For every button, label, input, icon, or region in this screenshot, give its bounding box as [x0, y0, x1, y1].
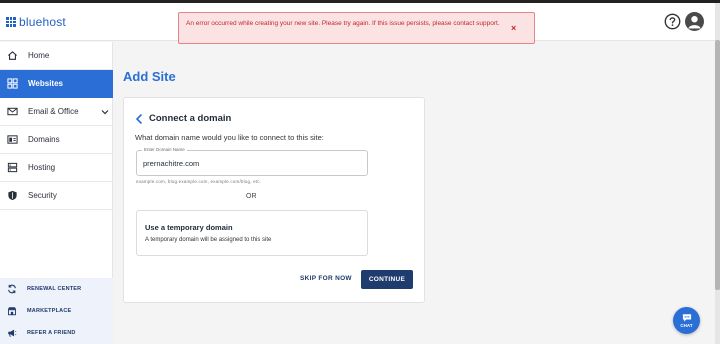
renewal-center-link[interactable]: RENEWAL CENTER — [0, 278, 113, 300]
shield-icon — [7, 190, 18, 201]
sidebar: Home Websites Email & Office Domains Hos… — [0, 42, 113, 344]
hosting-icon — [7, 162, 18, 173]
temporary-domain-title: Use a temporary domain — [145, 223, 233, 232]
megaphone-icon — [7, 328, 17, 338]
temporary-domain-description: A temporary domain will be assigned to t… — [145, 237, 272, 243]
sidebar-item-websites[interactable]: Websites — [0, 70, 113, 98]
card-title: Connect a domain — [149, 113, 232, 124]
back-chevron-icon[interactable] — [135, 113, 143, 124]
domain-hint: example.com, blog.example.com, example.c… — [136, 179, 262, 184]
refer-a-friend-label: REFER A FRIEND — [27, 330, 76, 336]
sidebar-item-domains[interactable]: Domains — [0, 126, 113, 154]
chat-bubble-icon — [682, 314, 691, 322]
renewal-icon — [7, 284, 17, 294]
sidebar-item-label: Email & Office — [28, 107, 79, 116]
user-avatar-icon[interactable] — [685, 12, 704, 31]
marketplace-label: MARKETPLACE — [27, 308, 72, 314]
domain-question: What domain name would you like to conne… — [135, 133, 324, 142]
domain-input-label: Enter Domain Name — [142, 147, 187, 152]
sidebar-item-security[interactable]: Security — [0, 182, 113, 210]
sidebar-item-label: Security — [28, 191, 57, 200]
sidebar-item-email-office[interactable]: Email & Office — [0, 98, 113, 126]
continue-button[interactable]: CONTINUE — [361, 270, 413, 289]
chat-button[interactable]: CHAT — [673, 307, 700, 334]
sidebar-item-label: Websites — [28, 79, 63, 88]
domain-input[interactable]: prernachitre.com — [143, 159, 363, 168]
sidebar-item-hosting[interactable]: Hosting — [0, 154, 113, 182]
renewal-center-label: RENEWAL CENTER — [27, 286, 82, 292]
skip-for-now-button[interactable]: SKIP FOR NOW — [300, 275, 352, 282]
logo-grid-icon — [6, 17, 16, 27]
sidebar-item-label: Domains — [28, 135, 60, 144]
error-alert: An error occurred while creating your ne… — [178, 12, 535, 44]
error-alert-message: An error occurred while creating your ne… — [186, 20, 500, 27]
bluehost-logo[interactable]: bluehost — [6, 15, 66, 29]
chat-label: CHAT — [680, 323, 693, 328]
card-header: Connect a domain — [135, 113, 231, 124]
home-icon — [7, 50, 18, 61]
websites-icon — [7, 78, 18, 89]
chevron-down-icon[interactable] — [101, 108, 109, 116]
scrollbar-thumb[interactable] — [715, 40, 720, 290]
marketplace-link[interactable]: MARKETPLACE — [0, 300, 113, 322]
help-icon[interactable] — [664, 13, 681, 30]
temporary-domain-option[interactable]: Use a temporary domain A temporary domai… — [136, 210, 368, 256]
sidebar-item-label: Home — [28, 51, 50, 60]
sidebar-item-label: Hosting — [28, 163, 56, 172]
or-divider: OR — [246, 193, 257, 200]
page-title: Add Site — [123, 69, 176, 84]
sidebar-item-home[interactable]: Home — [0, 42, 113, 70]
marketplace-icon — [7, 306, 17, 316]
domain-input-field[interactable]: Enter Domain Name prernachitre.com — [136, 147, 368, 176]
logo-text: bluehost — [19, 15, 66, 29]
domains-icon — [7, 134, 18, 145]
close-icon[interactable]: × — [511, 23, 516, 33]
email-icon — [7, 106, 18, 117]
sidebar-bottom-links: RENEWAL CENTER MARKETPLACE REFER A FRIEN… — [0, 278, 113, 344]
connect-domain-card: Connect a domain What domain name would … — [123, 97, 425, 303]
refer-a-friend-link[interactable]: REFER A FRIEND — [0, 322, 113, 344]
